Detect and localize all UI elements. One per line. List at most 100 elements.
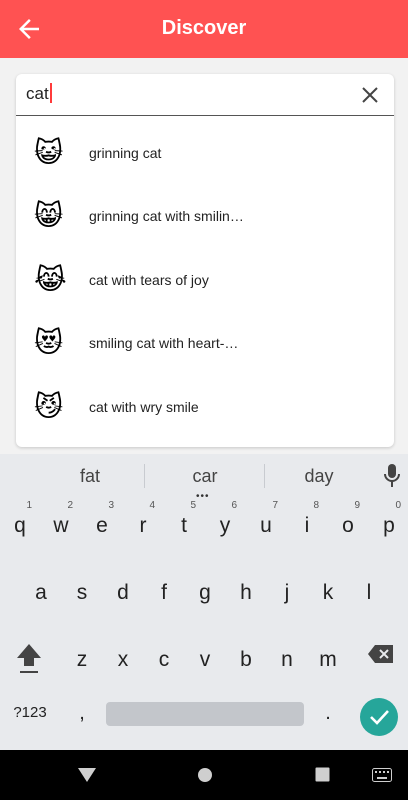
key-label: y <box>219 514 231 537</box>
checkmark-icon <box>370 710 389 725</box>
key-v[interactable]: v <box>187 634 223 682</box>
key-number-hint: 0 <box>395 500 401 511</box>
key-number-hint: 9 <box>354 500 360 511</box>
key-m[interactable]: m <box>310 634 346 682</box>
key-z[interactable]: z <box>64 634 100 682</box>
key-label: r <box>139 514 147 537</box>
key-label: s <box>76 581 88 604</box>
key-number-hint: 2 <box>67 500 73 511</box>
key-label: z <box>76 648 88 671</box>
app-bar: Discover <box>0 0 408 58</box>
emoji-icon: 😺 <box>34 137 64 168</box>
soft-keyboard: fat car ••• day 1q 2w 3e 4r 5t 6y 7u 8i … <box>0 454 408 750</box>
page-title: Discover <box>161 17 247 39</box>
key-label: q <box>14 514 26 537</box>
key-e[interactable]: 3e <box>84 500 120 548</box>
result-label: smiling cat with heart-… <box>89 335 239 351</box>
key-c[interactable]: c <box>146 634 182 682</box>
search-field[interactable]: cat <box>16 74 394 116</box>
list-item[interactable]: 😹 cat with tears of joy <box>16 249 394 312</box>
close-icon[interactable] <box>360 85 380 105</box>
recents-square-icon[interactable] <box>315 767 330 782</box>
list-item[interactable]: 😸 grinning cat with smilin… <box>16 185 394 248</box>
key-u[interactable]: 7u <box>248 500 284 548</box>
symbols-key[interactable]: ?123 <box>8 704 52 721</box>
emoji-icon: 😻 <box>34 327 64 358</box>
emoji-icon: 😹 <box>34 264 67 295</box>
key-b[interactable]: b <box>228 634 264 682</box>
period-key[interactable]: . <box>318 702 338 725</box>
emoji-icon: 😼 <box>34 391 64 422</box>
key-y[interactable]: 6y <box>207 500 243 548</box>
key-k[interactable]: k <box>310 567 346 615</box>
list-item[interactable]: 😻 smiling cat with heart-… <box>16 312 394 375</box>
list-item[interactable]: 😼 cat with wry smile <box>16 376 394 439</box>
key-f[interactable]: f <box>146 567 182 615</box>
shift-icon[interactable] <box>14 640 44 676</box>
key-d[interactable]: d <box>105 567 141 615</box>
key-o[interactable]: 9o <box>330 500 366 548</box>
backspace-icon[interactable] <box>367 644 395 664</box>
list-item[interactable]: 😺 grinning cat <box>16 122 394 185</box>
key-p[interactable]: 0p <box>371 500 407 548</box>
result-label: grinning cat with smilin… <box>89 208 244 224</box>
key-n[interactable]: n <box>269 634 305 682</box>
key-number-hint: 7 <box>272 500 278 511</box>
key-label: k <box>322 581 334 604</box>
key-number-hint: 4 <box>149 500 155 511</box>
result-label: cat with tears of joy <box>89 272 209 288</box>
key-q[interactable]: 1q <box>2 500 38 548</box>
key-label: v <box>199 648 211 671</box>
key-t[interactable]: 5t <box>166 500 202 548</box>
system-nav-bar <box>0 750 408 800</box>
space-bar[interactable] <box>106 702 304 726</box>
key-label: p <box>383 514 395 537</box>
key-label: a <box>35 581 47 604</box>
key-label: j <box>284 581 290 604</box>
key-label: m <box>319 648 337 671</box>
comma-key[interactable]: , <box>72 702 92 725</box>
key-label: i <box>304 514 310 537</box>
key-a[interactable]: a <box>23 567 59 615</box>
home-circle-icon[interactable] <box>197 767 213 783</box>
key-x[interactable]: x <box>105 634 141 682</box>
key-label: c <box>158 648 170 671</box>
suggestion-1[interactable]: fat <box>30 454 150 498</box>
key-g[interactable]: g <box>187 567 223 615</box>
key-label: t <box>181 514 187 537</box>
text-cursor <box>49 83 52 103</box>
key-label: u <box>260 514 272 537</box>
key-number-hint: 1 <box>26 500 32 511</box>
key-number-hint: 6 <box>231 500 237 511</box>
key-label: h <box>240 581 252 604</box>
keyboard-icon[interactable] <box>372 768 392 782</box>
key-label: b <box>240 648 252 671</box>
search-query: cat <box>26 84 49 103</box>
key-number-hint: 3 <box>108 500 114 511</box>
result-label: grinning cat <box>89 145 162 161</box>
result-label: cat with wry smile <box>89 399 199 415</box>
key-number-hint: 8 <box>313 500 319 511</box>
key-l[interactable]: l <box>351 567 387 615</box>
microphone-icon[interactable] <box>382 463 402 489</box>
key-label: e <box>96 514 108 537</box>
suggestion-3[interactable]: day <box>259 454 379 498</box>
key-j[interactable]: j <box>269 567 305 615</box>
key-number-hint: 5 <box>190 500 196 511</box>
search-input[interactable]: cat <box>26 83 52 104</box>
emoji-icon: 😸 <box>34 200 64 231</box>
key-label: l <box>366 581 372 604</box>
key-label: f <box>161 581 167 604</box>
key-h[interactable]: h <box>228 567 264 615</box>
search-card: cat 😺 grinning cat 😸 grinning cat with s… <box>16 74 394 447</box>
key-label: w <box>53 514 69 537</box>
key-label: o <box>342 514 354 537</box>
key-r[interactable]: 4r <box>125 500 161 548</box>
key-label: g <box>199 581 211 604</box>
back-triangle-icon[interactable] <box>77 766 97 784</box>
enter-button[interactable] <box>360 698 398 736</box>
key-label: n <box>281 648 293 671</box>
key-s[interactable]: s <box>64 567 100 615</box>
key-i[interactable]: 8i <box>289 500 325 548</box>
key-w[interactable]: 2w <box>43 500 79 548</box>
